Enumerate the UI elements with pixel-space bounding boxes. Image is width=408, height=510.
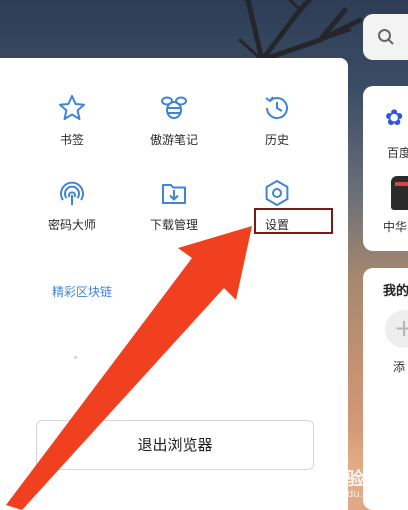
menu-item-notes[interactable]: 傲游笔记 bbox=[129, 93, 219, 148]
menu-item-label: 历史 bbox=[264, 133, 289, 147]
settings-highlight-box bbox=[254, 208, 333, 234]
search-bar[interactable] bbox=[363, 14, 408, 60]
search-icon bbox=[378, 29, 394, 45]
baidu-paw-icon[interactable]: ✿ bbox=[385, 106, 403, 131]
fingerprint-icon bbox=[60, 181, 84, 205]
featured-blockchain-link[interactable]: 精彩区块链 bbox=[52, 283, 112, 300]
menu-item-label: 书签 bbox=[59, 133, 84, 147]
divider-dot bbox=[74, 356, 77, 359]
app-avatar-icon[interactable] bbox=[391, 176, 408, 210]
menu-item-bookmarks[interactable]: 书签 bbox=[27, 93, 117, 148]
menu-item-label: 傲游笔记 bbox=[149, 133, 198, 147]
menu-item-label: 下载管理 bbox=[149, 218, 198, 232]
add-icon[interactable]: + bbox=[385, 310, 408, 348]
history-clock-icon bbox=[265, 96, 288, 120]
my-card-title: 我的 bbox=[383, 284, 408, 299]
menu-item-downloads[interactable]: 下载管理 bbox=[129, 178, 219, 233]
gear-icon bbox=[265, 180, 289, 206]
shortcut-label-baidu[interactable]: 百度 bbox=[387, 144, 408, 161]
menu-item-password[interactable]: 密码大师 bbox=[27, 178, 117, 233]
shortcut-label-zhonghua[interactable]: 中华 bbox=[383, 218, 407, 235]
star-icon bbox=[59, 95, 85, 120]
my-card: 我的 + 添 bbox=[363, 268, 408, 510]
menu-panel: 书签 傲游笔记 历史 密码大师 下载管理 设置 精彩区块链 退出浏览器 bbox=[0, 58, 348, 510]
bee-icon bbox=[161, 96, 187, 119]
exit-browser-button[interactable]: 退出浏览器 bbox=[36, 420, 314, 470]
add-label: 添 bbox=[393, 360, 406, 374]
shortcut-card: ✿ 百度 中华 bbox=[363, 86, 408, 251]
menu-item-history[interactable]: 历史 bbox=[232, 93, 322, 148]
download-folder-icon bbox=[162, 184, 186, 204]
menu-item-label: 密码大师 bbox=[47, 218, 96, 232]
